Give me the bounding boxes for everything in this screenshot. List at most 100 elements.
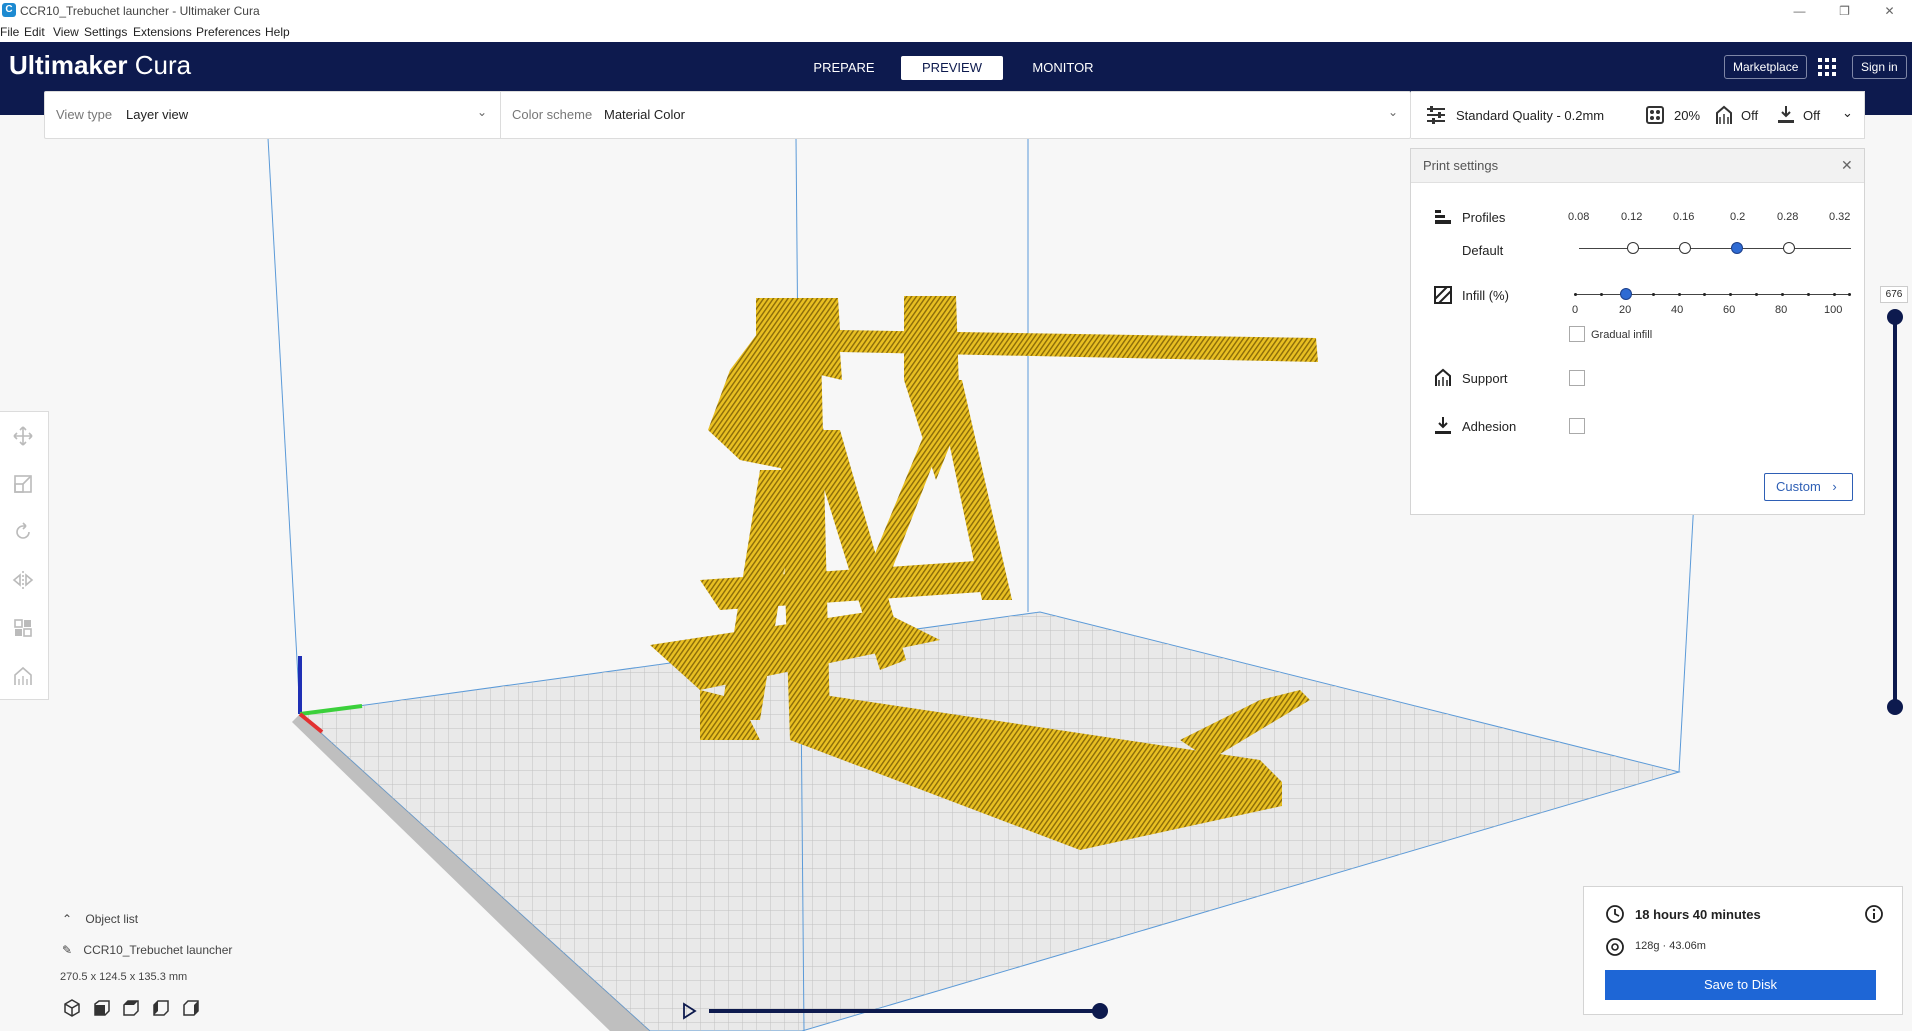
mirror-icon[interactable] <box>12 569 34 591</box>
layer-height-label: 0.12 <box>1621 211 1643 223</box>
left-view-icon[interactable] <box>151 998 171 1018</box>
adhesion-icon <box>1778 106 1794 123</box>
chevron-right-icon: › <box>1832 479 1837 494</box>
scale-icon[interactable] <box>12 473 34 495</box>
custom-label: Custom <box>1776 479 1821 494</box>
play-icon[interactable] <box>681 1002 697 1020</box>
close-icon[interactable]: ✕ <box>1841 157 1853 174</box>
menu-extensions[interactable]: Extensions <box>133 25 192 39</box>
color-scheme-dropdown[interactable]: Material Color <box>604 107 685 122</box>
adhesion-label: Adhesion <box>1462 419 1517 434</box>
save-to-disk-button[interactable]: Save to Disk <box>1605 970 1876 1000</box>
per-model-settings-icon[interactable] <box>12 617 34 639</box>
profiles-icon <box>1435 210 1451 224</box>
tab-monitor[interactable]: MONITOR <box>1024 56 1102 80</box>
custom-settings-button[interactable]: Custom › <box>1764 473 1853 501</box>
gradual-infill-checkbox[interactable] <box>1569 326 1585 342</box>
gradual-infill-label: Gradual infill <box>1591 329 1653 341</box>
pencil-icon: ✎ <box>62 943 73 957</box>
current-layer-field[interactable]: 676 <box>1880 286 1908 303</box>
brand-bold: Ultimaker <box>9 50 128 80</box>
3d-view-icon[interactable] <box>62 998 82 1018</box>
object-list-toggle[interactable]: ⌃ Object list <box>62 912 262 926</box>
divider <box>500 92 501 138</box>
support-blocker-icon[interactable] <box>12 665 34 687</box>
chevron-up-icon: ⌃ <box>62 912 73 926</box>
profile-slider-track[interactable] <box>1579 248 1851 249</box>
layer-height-label: 0.28 <box>1777 211 1799 223</box>
cura-window: C CCR10_Trebuchet launcher - Ultimaker C… <box>0 0 1912 1031</box>
close-window-button[interactable]: ✕ <box>1867 0 1912 22</box>
infill-tick-label: 100 <box>1824 304 1843 316</box>
layer-height-label: 0.32 <box>1829 211 1851 223</box>
infill-tick-label: 20 <box>1619 304 1632 316</box>
minimize-button[interactable]: — <box>1777 0 1822 22</box>
object-list-header: Object list <box>85 912 139 926</box>
chevron-down-icon[interactable]: ⌄ <box>1388 105 1398 119</box>
view-type-label: View type <box>56 107 113 122</box>
apps-grid-icon[interactable] <box>1818 58 1836 76</box>
path-slider-handle[interactable] <box>1092 1003 1108 1019</box>
path-slider-track[interactable] <box>709 1009 1100 1013</box>
quality-profile: Standard Quality - 0.2mm <box>1456 108 1605 123</box>
menu-edit[interactable]: Edit <box>24 25 45 39</box>
maximize-button[interactable]: ❐ <box>1822 0 1867 22</box>
infill-value: 20% <box>1674 108 1701 123</box>
tab-preview[interactable]: PREVIEW <box>901 56 1003 80</box>
info-icon[interactable] <box>1864 904 1884 924</box>
infill-tick-label: 0 <box>1572 304 1579 316</box>
profile-slider-handle[interactable] <box>1731 242 1743 254</box>
print-time: 18 hours 40 minutes <box>1635 907 1761 922</box>
tab-prepare[interactable]: PREPARE <box>804 56 884 80</box>
infill-hatch-icon <box>1434 286 1452 304</box>
view-type-dropdown[interactable]: Layer view <box>126 107 188 122</box>
panel-title: Print settings <box>1423 158 1499 173</box>
right-view-icon[interactable] <box>181 998 201 1018</box>
profile-slider-step[interactable] <box>1679 242 1691 254</box>
chevron-down-icon[interactable]: ⌄ <box>477 105 487 119</box>
top-view-icon[interactable] <box>121 998 141 1018</box>
layer-slider-bottom-handle[interactable] <box>1887 699 1903 715</box>
menu-preferences[interactable]: Preferences <box>196 25 261 39</box>
panel-header: Print settings ✕ <box>1411 149 1864 183</box>
support-checkbox[interactable] <box>1569 370 1585 386</box>
object-name: CCR10_Trebuchet launcher <box>83 943 233 957</box>
clock-icon <box>1606 905 1624 923</box>
marketplace-button[interactable]: Marketplace <box>1724 55 1808 79</box>
chevron-down-icon[interactable]: ⌄ <box>1842 105 1853 121</box>
object-list-item[interactable]: ✎ CCR10_Trebuchet launcher <box>62 943 322 957</box>
menu-view[interactable]: View <box>53 25 79 39</box>
sliders-icon <box>1427 106 1445 124</box>
cura-logo-icon: C <box>2 3 16 17</box>
infill-tick-label: 60 <box>1723 304 1736 316</box>
front-view-icon[interactable] <box>92 998 112 1018</box>
adhesion-checkbox[interactable] <box>1569 418 1585 434</box>
layer-height-label: 0.08 <box>1568 211 1590 223</box>
profile-slider-step[interactable] <box>1783 242 1795 254</box>
menu-bar: File Edit View Settings Extensions Prefe… <box>0 22 1912 42</box>
rotate-icon[interactable] <box>12 521 34 543</box>
menu-settings[interactable]: Settings <box>84 25 127 39</box>
adhesion-icon <box>1435 417 1451 434</box>
sign-in-button[interactable]: Sign in <box>1852 55 1907 79</box>
object-dimensions: 270.5 x 124.5 x 135.3 mm <box>60 971 188 983</box>
tool-bar <box>0 411 49 700</box>
support-value: Off <box>1741 108 1759 123</box>
view-controls-bar: View type Layer view ⌄ Color scheme Mate… <box>44 91 1411 139</box>
support-icon <box>1716 105 1732 124</box>
menu-file[interactable]: File <box>0 25 19 39</box>
print-setup-bar[interactable]: Standard Quality - 0.2mm 20% Off Off ⌄ <box>1411 91 1865 139</box>
support-icon <box>1435 368 1451 386</box>
infill-slider-handle[interactable] <box>1620 288 1632 300</box>
profiles-label: Profiles <box>1462 210 1506 225</box>
menu-help[interactable]: Help <box>265 25 290 39</box>
profile-name: Default <box>1462 243 1504 258</box>
profile-slider-step[interactable] <box>1627 242 1639 254</box>
move-icon[interactable] <box>12 425 34 447</box>
layer-slider-top-handle[interactable] <box>1887 309 1903 325</box>
support-label: Support <box>1462 371 1508 386</box>
layer-slider-track[interactable] <box>1893 318 1897 708</box>
infill-icon <box>1646 106 1664 124</box>
infill-tick-label: 80 <box>1775 304 1788 316</box>
material-usage: 128g · 43.06m <box>1635 940 1706 952</box>
